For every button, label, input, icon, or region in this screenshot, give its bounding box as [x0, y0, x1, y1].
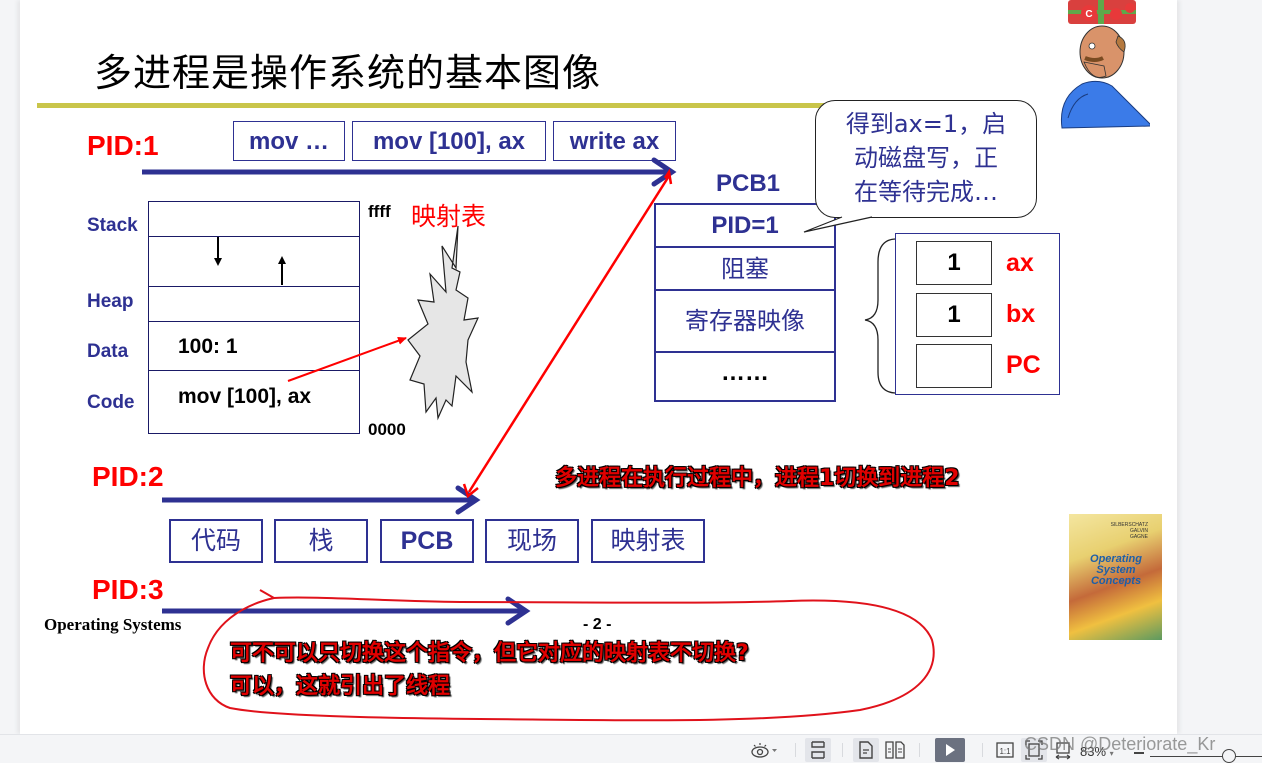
mapping-table-burst-shape [407, 225, 479, 421]
diagram-overlay [142, 157, 935, 722]
play-slideshow-button[interactable] [935, 738, 965, 762]
single-page-icon [859, 741, 873, 759]
actual-size-button[interactable]: 1:1 [992, 738, 1018, 762]
document-viewer: 多进程是操作系统的基本图像 C PID:1 mov … mov [100], a… [0, 0, 1262, 734]
fit-width-icon [811, 741, 825, 759]
toolbar-separator [795, 743, 796, 757]
play-icon [946, 744, 955, 756]
pid2-timeline-arrow [162, 485, 481, 515]
process-switch-arrow [462, 168, 673, 499]
slide-page: 多进程是操作系统的基本图像 C PID:1 mov … mov [100], a… [20, 0, 1177, 734]
continuous-scroll-button[interactable] [805, 738, 831, 762]
two-page-button[interactable] [882, 738, 908, 762]
eye-mode-icon [751, 743, 777, 758]
speech-bubble-tail [803, 216, 873, 233]
watermark-text: CSDN @Deteriorate_Kr [1024, 734, 1216, 754]
toolbar-separator [982, 743, 983, 757]
stack-grow-down-arrow [214, 237, 222, 266]
eye-mode-button[interactable] [748, 738, 782, 762]
actual-size-icon: 1:1 [996, 742, 1014, 758]
single-page-button[interactable] [853, 738, 879, 762]
register-brace [864, 238, 896, 394]
toolbar-separator [842, 743, 843, 757]
svg-text:1:1: 1:1 [999, 747, 1011, 756]
two-page-icon [885, 741, 905, 759]
pid1-timeline-arrow [142, 157, 677, 187]
toolbar-separator [919, 743, 920, 757]
heap-grow-up-arrow [278, 256, 286, 285]
zoom-slider-track [1150, 756, 1262, 757]
code-to-mapping-arrow [287, 336, 407, 382]
